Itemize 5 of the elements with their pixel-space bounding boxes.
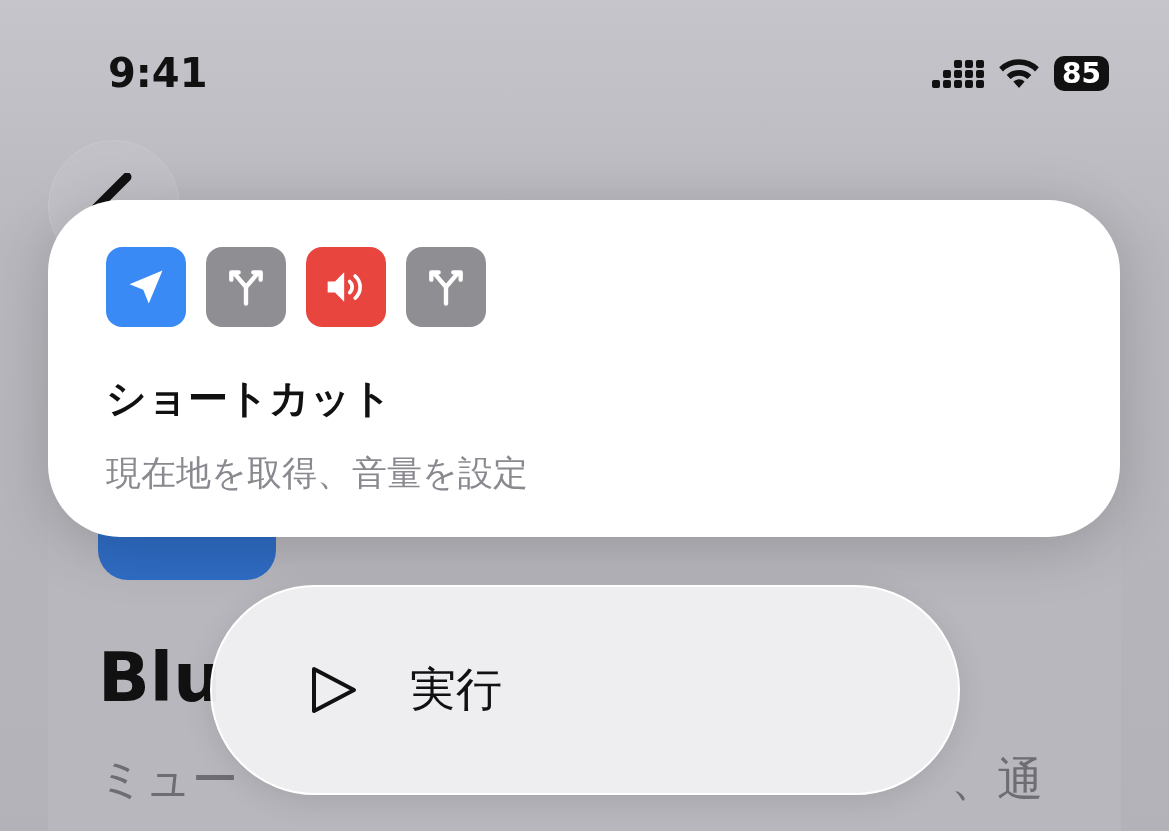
play-icon	[310, 665, 358, 715]
clock-time: 9:41	[108, 50, 208, 96]
card-subtitle: 現在地を取得、音量を設定	[106, 452, 529, 495]
card-title: ショートカット	[106, 374, 393, 423]
battery-level: 85	[1054, 55, 1109, 91]
